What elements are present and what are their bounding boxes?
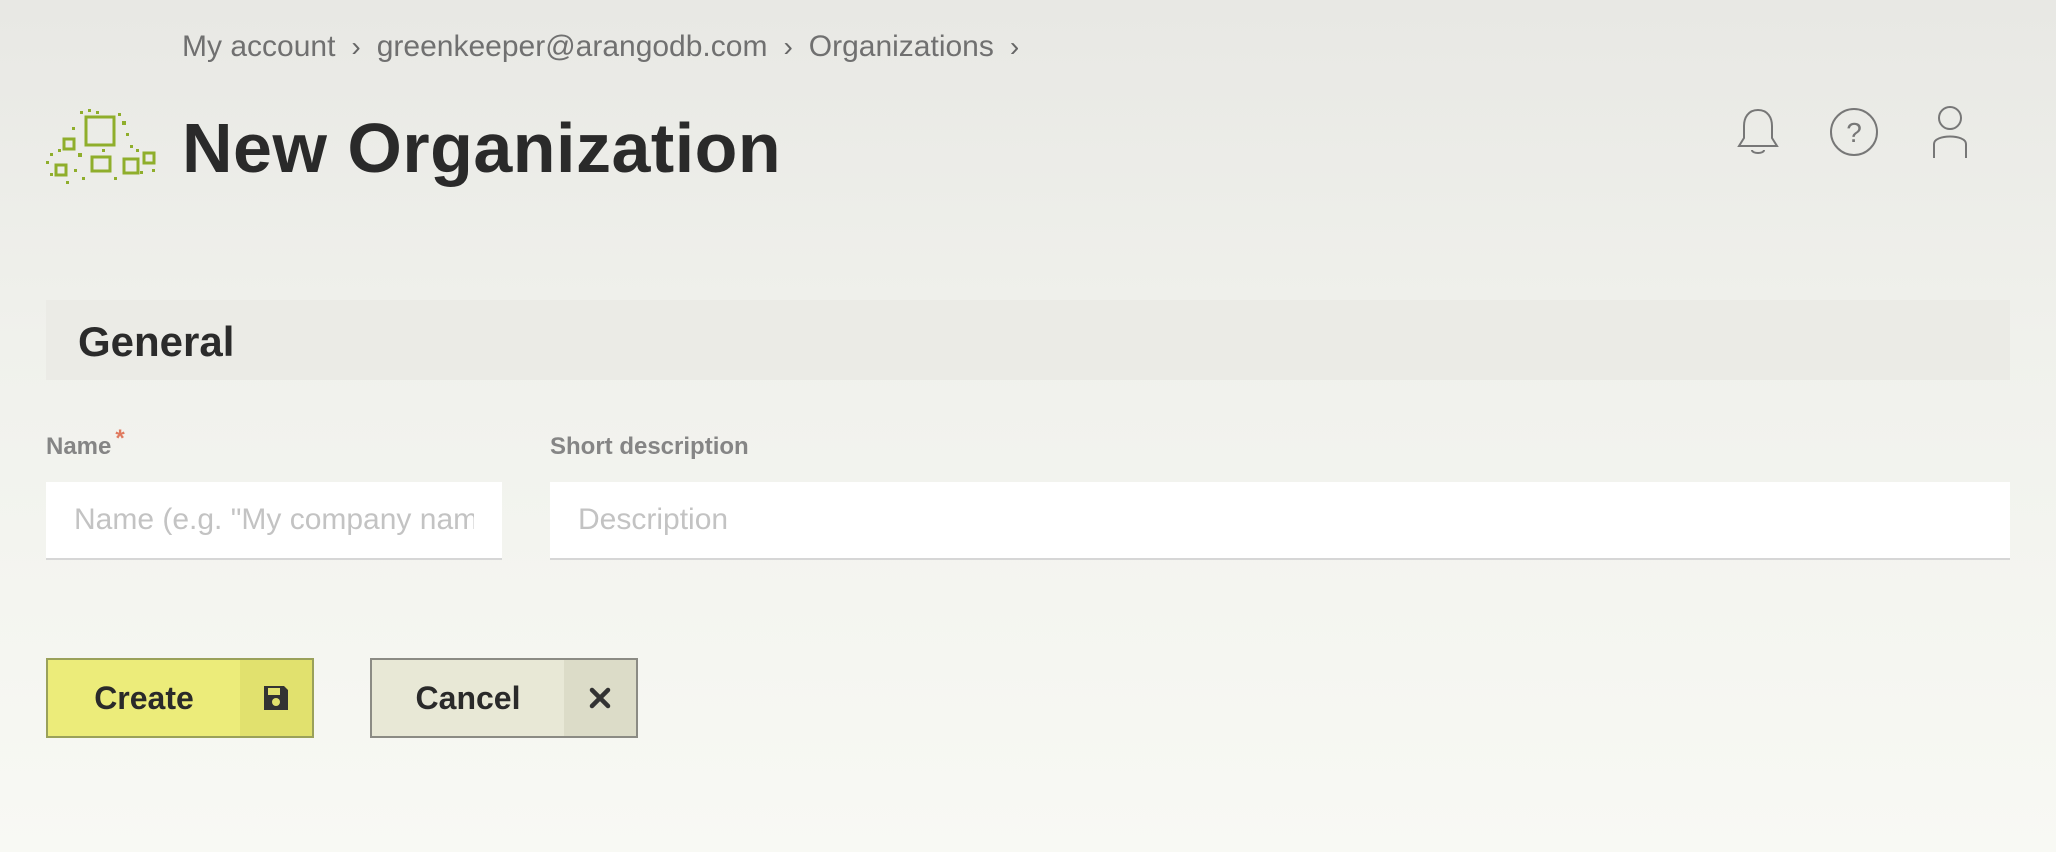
cancel-button[interactable]: Cancel (370, 658, 638, 738)
svg-text:?: ? (1846, 117, 1862, 148)
header-actions: ? (1732, 104, 1976, 160)
cancel-button-label: Cancel (415, 679, 521, 716)
breadcrumb-separator: › (1009, 31, 1020, 62)
close-icon (564, 660, 636, 736)
short-description-label: Short description (550, 433, 749, 460)
breadcrumb-separator: › (783, 31, 793, 62)
required-mark: * (115, 425, 125, 452)
breadcrumb-user-email[interactable]: greenkeeper@arangodb.com (377, 30, 768, 64)
help-icon[interactable]: ? (1828, 104, 1880, 160)
breadcrumb: My account › greenkeeper@arangodb.com › … (182, 30, 1035, 64)
description-input[interactable] (550, 482, 2010, 560)
breadcrumb-separator: › (351, 31, 361, 62)
page-title: New Organization (182, 109, 782, 187)
bell-icon[interactable] (1732, 104, 1784, 160)
breadcrumb-organizations[interactable]: Organizations (809, 30, 994, 64)
name-input[interactable] (46, 482, 502, 560)
name-label: Name * (46, 425, 125, 461)
arangodb-logo-icon (44, 109, 160, 187)
name-label-text: Name (46, 433, 112, 460)
section-general: General (46, 300, 2010, 380)
create-button[interactable]: Create (46, 658, 314, 738)
save-icon (240, 660, 312, 736)
page-header: New Organization (44, 108, 781, 188)
user-icon[interactable] (1924, 104, 1976, 160)
section-title: General (78, 318, 235, 365)
create-button-label: Create (94, 679, 194, 716)
breadcrumb-my-account[interactable]: My account (182, 30, 335, 64)
